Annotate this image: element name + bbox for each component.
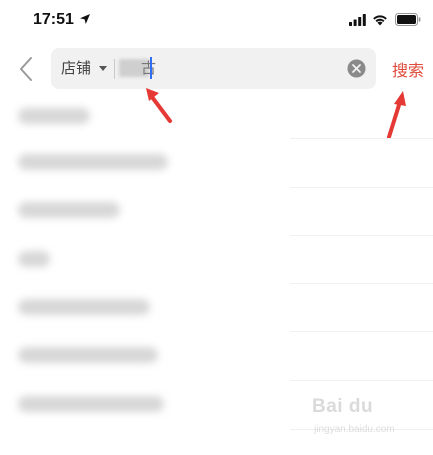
row-divider [290, 235, 433, 236]
row-divider [290, 187, 433, 188]
status-time: 17:51 [33, 11, 74, 28]
row-divider [290, 331, 433, 332]
search-box: 店铺 古 [51, 48, 376, 89]
history-item[interactable] [18, 295, 158, 319]
status-bar: 17:51 [0, 0, 433, 40]
watermark-url: jingyan.baidu.com [314, 424, 395, 435]
text-cursor [150, 57, 152, 79]
history-item[interactable] [18, 343, 168, 367]
history-item[interactable] [18, 104, 98, 128]
row-divider [290, 138, 433, 139]
annotation-arrow-icon [387, 91, 406, 139]
annotation-arrow-icon [146, 88, 172, 123]
back-chevron-icon[interactable] [16, 55, 38, 83]
search-button[interactable]: 搜索 [392, 57, 424, 81]
history-item[interactable] [18, 247, 58, 271]
caret-down-icon[interactable] [99, 66, 107, 72]
watermark-brand: Bai du [312, 396, 374, 417]
search-text-tail: 古 [141, 59, 157, 77]
row-divider [290, 283, 433, 284]
history-item[interactable] [18, 198, 128, 222]
location-arrow-icon [80, 14, 90, 24]
row-divider [290, 380, 433, 381]
battery-icon [395, 13, 421, 26]
wifi-icon [373, 15, 387, 26]
history-item[interactable] [18, 392, 173, 416]
clear-circle-icon[interactable] [347, 59, 366, 78]
scope-divider [114, 59, 115, 79]
history-item[interactable] [18, 150, 178, 174]
scope-selector[interactable]: 店铺 [61, 48, 91, 89]
signal-icon [349, 14, 366, 26]
baidu-watermark: Bai du jingyan.baidu.com [312, 396, 422, 444]
